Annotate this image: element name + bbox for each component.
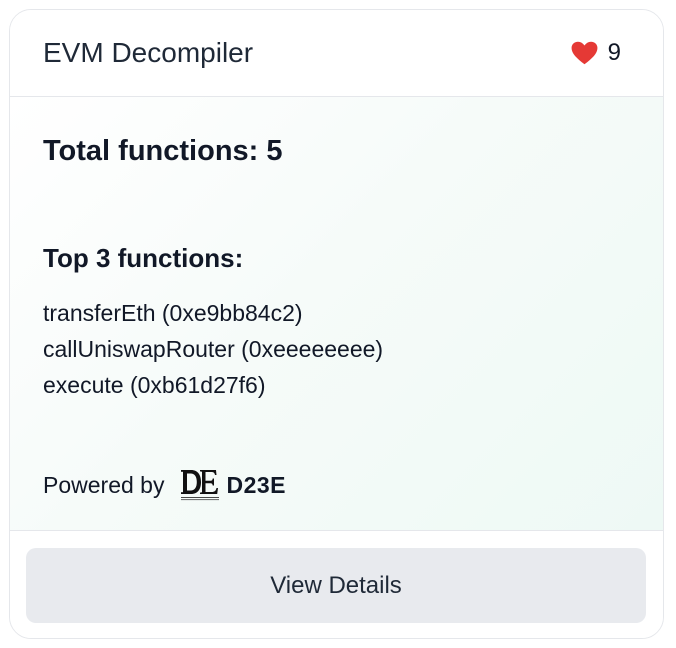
card-title: EVM Decompiler — [43, 37, 254, 68]
function-list: transferEth (0xe9bb84c2) callUniswapRout… — [43, 295, 383, 403]
evm-decompiler-card: EVM Decompiler 9 Total functions: 5 Top … — [9, 9, 664, 639]
top-functions-heading: Top 3 functions: — [43, 243, 244, 273]
function-item: execute (0xb61d27f6) — [43, 372, 266, 398]
function-item: callUniswapRouter (0xeeeeeeee) — [43, 336, 384, 362]
function-item: transferEth (0xe9bb84c2) — [43, 300, 303, 326]
total-functions: Total functions: 5 — [43, 135, 283, 168]
powered-by: Powered by D23E — [43, 467, 286, 503]
total-functions-label: Total functions: — [43, 135, 267, 167]
brand-name[interactable]: D23E — [226, 472, 286, 499]
card-footer: View Details — [10, 533, 663, 638]
like-count: 9 — [607, 39, 621, 66]
view-details-button[interactable]: View Details — [26, 548, 646, 623]
card-header: EVM Decompiler 9 — [10, 10, 663, 97]
d23e-logo[interactable] — [180, 467, 220, 503]
card-body: Total functions: 5 Top 3 functions: tran… — [10, 97, 663, 531]
powered-by-label: Powered by — [43, 471, 165, 498]
total-functions-value: 5 — [266, 135, 283, 167]
heart-icon[interactable] — [571, 41, 598, 65]
like-counter[interactable]: 9 — [571, 39, 621, 67]
